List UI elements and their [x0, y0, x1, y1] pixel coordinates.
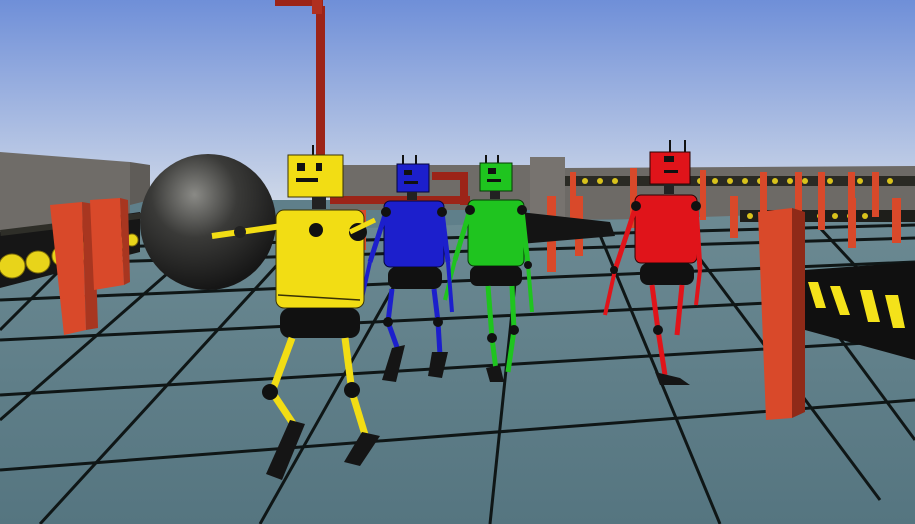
- scene-canvas: [0, 0, 915, 524]
- bomb: [140, 154, 276, 290]
- game-viewport[interactable]: [0, 0, 915, 524]
- right-pillar: [758, 208, 805, 420]
